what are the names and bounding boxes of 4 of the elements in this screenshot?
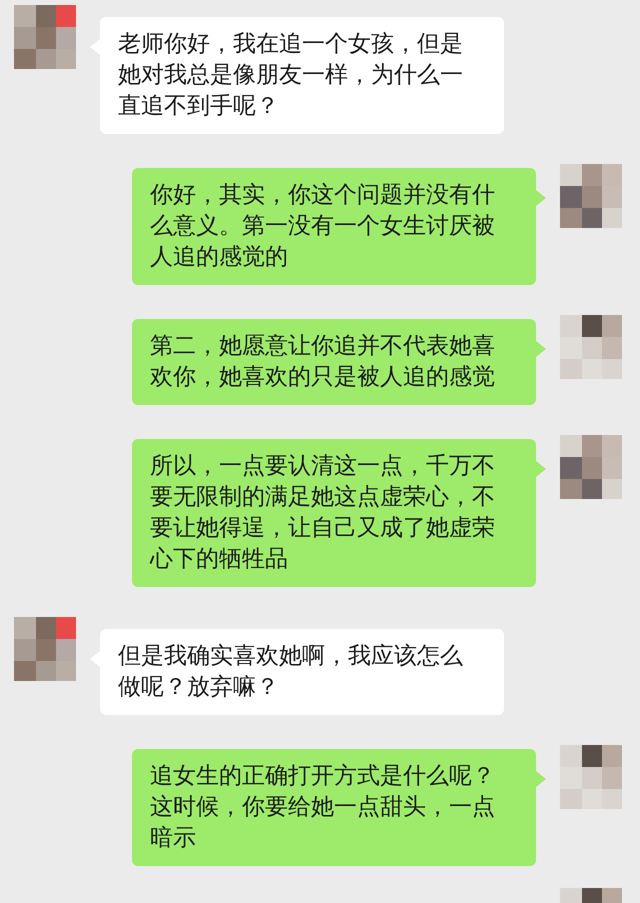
bubble-tail bbox=[536, 771, 546, 787]
bubble-tail bbox=[536, 461, 546, 477]
bubble-tail bbox=[536, 341, 546, 357]
bubble-tail bbox=[536, 190, 546, 206]
